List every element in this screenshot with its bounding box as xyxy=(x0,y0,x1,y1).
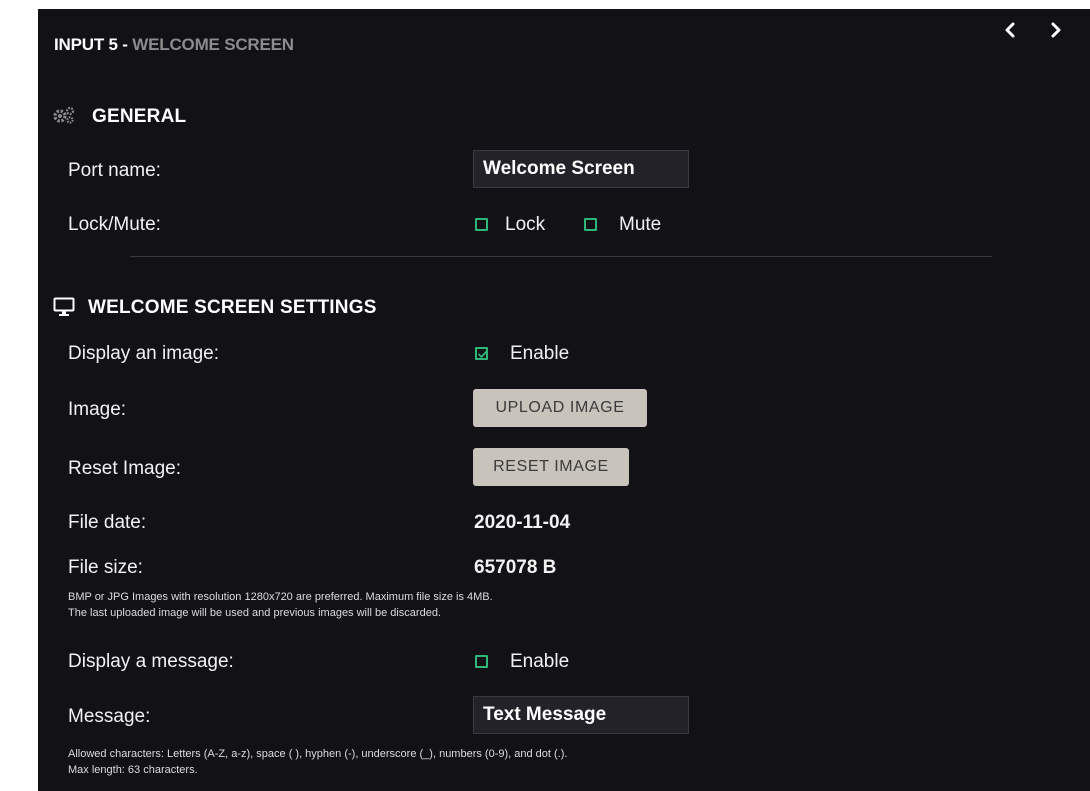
file-date-label: File date: xyxy=(68,512,147,533)
message-input[interactable] xyxy=(473,696,689,734)
port-name-input[interactable] xyxy=(473,150,689,188)
page-title: INPUT 5 - WELCOME SCREEN xyxy=(54,35,294,55)
display-image-label: Display an image: xyxy=(68,343,220,364)
upload-image-button[interactable]: UPLOAD IMAGE xyxy=(473,389,647,427)
settings-panel: INPUT 5 - WELCOME SCREEN GENERAL Port na… xyxy=(38,9,1090,791)
chevron-left-icon xyxy=(1005,22,1015,38)
mute-checkbox[interactable] xyxy=(584,218,597,231)
page-title-sub: WELCOME SCREEN xyxy=(132,35,294,54)
lock-checkbox-label[interactable]: Lock xyxy=(505,214,545,236)
chevron-right-icon xyxy=(1051,22,1061,38)
file-size-label: File size: xyxy=(68,557,143,578)
port-name-label: Port name: xyxy=(68,160,161,181)
reset-image-label: Reset Image: xyxy=(68,458,181,479)
message-note-line-1: Allowed characters: Letters (A-Z, a-z), … xyxy=(68,748,568,760)
message-label: Message: xyxy=(68,706,151,727)
reset-image-button[interactable]: RESET IMAGE xyxy=(473,448,629,486)
general-heading: GENERAL xyxy=(92,106,187,127)
monitor-icon xyxy=(53,297,75,322)
page-title-main: INPUT 5 - xyxy=(54,35,133,54)
image-label: Image: xyxy=(68,399,127,420)
lock-checkbox[interactable] xyxy=(475,218,488,231)
image-requirements-note: BMP or JPG Images with resolution 1280x7… xyxy=(68,589,493,621)
display-message-enable-label[interactable]: Enable xyxy=(510,651,569,673)
mute-checkbox-label[interactable]: Mute xyxy=(619,214,661,236)
prev-input-button[interactable] xyxy=(1000,19,1022,41)
checkmark-icon xyxy=(478,351,487,358)
image-note-line-1: BMP or JPG Images with resolution 1280x7… xyxy=(68,591,493,603)
welcome-settings-heading: WELCOME SCREEN SETTINGS xyxy=(88,297,377,318)
next-input-button[interactable] xyxy=(1044,19,1066,41)
message-requirements-note: Allowed characters: Letters (A-Z, a-z), … xyxy=(68,746,567,778)
lock-mute-label: Lock/Mute: xyxy=(68,214,161,235)
section-divider xyxy=(130,256,992,257)
display-image-enable-label[interactable]: Enable xyxy=(510,343,569,365)
display-message-label: Display a message: xyxy=(68,651,234,672)
display-image-checkbox[interactable] xyxy=(475,347,488,360)
file-size-value: 657078 B xyxy=(474,557,557,578)
image-note-line-2: The last uploaded image will be used and… xyxy=(68,607,441,619)
file-date-value: 2020-11-04 xyxy=(474,512,571,533)
gears-icon xyxy=(52,105,76,130)
display-message-checkbox[interactable] xyxy=(475,655,488,668)
message-note-line-2: Max length: 63 characters. xyxy=(68,764,198,776)
